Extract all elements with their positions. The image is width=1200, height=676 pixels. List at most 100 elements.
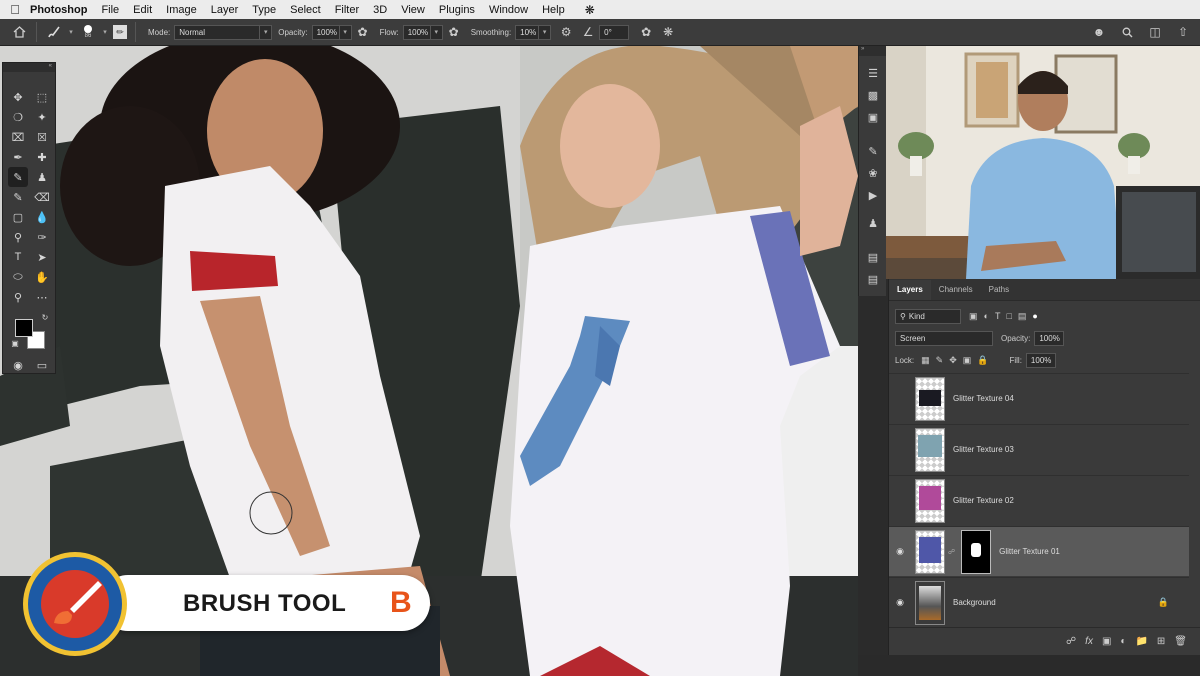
history-brush-tool-icon[interactable]: ✎ xyxy=(8,187,28,207)
notes-icon[interactable]: ▤ xyxy=(864,270,882,288)
lock-icon[interactable]: 🔒 xyxy=(1158,597,1169,608)
menu-window[interactable]: Window xyxy=(489,4,528,16)
foreground-color-swatch[interactable] xyxy=(15,319,33,337)
lock-transparent-icon[interactable]: ▦ xyxy=(921,355,930,366)
dodge-tool-icon[interactable]: ⚲ xyxy=(8,227,28,247)
search-icon[interactable] xyxy=(1118,23,1136,41)
menu-filter[interactable]: Filter xyxy=(335,4,359,16)
lock-image-icon[interactable]: ✎ xyxy=(936,355,944,366)
menu-plugins[interactable]: Plugins xyxy=(439,4,475,16)
layer-name[interactable]: Glitter Texture 01 xyxy=(999,547,1060,556)
filter-shape-icon[interactable]: □ xyxy=(1006,311,1011,321)
brush-tool-icon[interactable]: ✎ xyxy=(8,167,28,187)
new-group-icon[interactable]: 📁 xyxy=(1135,636,1147,647)
gradient-tool-icon[interactable]: ▢ xyxy=(8,207,28,227)
move-tool-icon[interactable]: ✥ xyxy=(8,87,28,107)
link-layers-icon[interactable]: ☍ xyxy=(1066,636,1076,647)
zoom-tool-icon[interactable]: ⚲ xyxy=(8,287,28,307)
layer-name[interactable]: Glitter Texture 02 xyxy=(953,496,1014,505)
toolbox-collapse-handle[interactable]: « xyxy=(3,63,55,72)
lock-artboard-icon[interactable]: ▣ xyxy=(963,355,972,366)
workspace-icon[interactable]: ◫ xyxy=(1146,23,1164,41)
layer-name[interactable]: Background xyxy=(953,598,996,607)
menu-view[interactable]: View xyxy=(401,4,425,16)
quick-mask-icon[interactable]: ◉ xyxy=(8,355,28,375)
filter-adjustment-icon[interactable]: ◐ xyxy=(984,311,989,321)
eyedropper-tool-icon[interactable]: ✒ xyxy=(8,147,28,167)
actions-play-icon[interactable]: ▶ xyxy=(864,186,882,204)
blur-tool-icon[interactable]: 💧 xyxy=(32,207,52,227)
brush-settings-icon[interactable]: ✏ xyxy=(113,25,127,39)
swatches-icon[interactable]: ❀ xyxy=(864,164,882,182)
menu-select[interactable]: Select xyxy=(290,4,321,16)
history-icon[interactable]: ▤ xyxy=(864,248,882,266)
filter-toggle-icon[interactable]: ● xyxy=(1032,311,1037,321)
edit-toolbar-icon[interactable]: ⋯ xyxy=(32,287,52,307)
pressure-opacity-icon[interactable]: ✿ xyxy=(354,23,372,41)
strip-collapse-handle[interactable]: » xyxy=(859,46,886,56)
layer-row[interactable]: Glitter Texture 02 xyxy=(889,475,1189,525)
butterfly-icon[interactable]: ❋ xyxy=(585,3,595,17)
eraser-tool-icon[interactable]: ⌫ xyxy=(32,187,52,207)
menu-3d[interactable]: 3D xyxy=(373,4,387,16)
symmetry-butterfly-icon[interactable]: ❋ xyxy=(659,23,677,41)
app-name-menu[interactable]: Photoshop xyxy=(30,4,87,16)
share-user-icon[interactable]: ☻ xyxy=(1090,23,1108,41)
airbrush-icon[interactable]: ✿ xyxy=(445,23,463,41)
blend-mode-select[interactable]: Screen xyxy=(895,330,993,346)
tab-layers[interactable]: Layers xyxy=(889,280,931,300)
smoothing-settings-gear-icon[interactable]: ⚙ xyxy=(557,23,575,41)
mode-select[interactable]: Normal xyxy=(174,24,261,40)
menu-image[interactable]: Image xyxy=(166,4,197,16)
marquee-tool-icon[interactable]: ⬚ xyxy=(32,87,52,107)
clone-source-icon[interactable]: ♟ xyxy=(864,214,882,232)
layer-row[interactable]: Glitter Texture 04 xyxy=(889,373,1189,423)
adjustment-layer-icon[interactable]: ◐ xyxy=(1120,636,1126,647)
eye-icon[interactable]: ◉ xyxy=(889,597,911,608)
default-colors-icon[interactable]: ▣ xyxy=(9,337,21,349)
smoothing-dropdown-arrow[interactable]: ▾ xyxy=(539,24,552,40)
menu-layer[interactable]: Layer xyxy=(211,4,239,16)
magic-wand-tool-icon[interactable]: ✦ xyxy=(32,107,52,127)
layer-name[interactable]: Glitter Texture 04 xyxy=(953,394,1014,403)
smoothing-input[interactable]: 10% xyxy=(515,24,540,40)
layer-name[interactable]: Glitter Texture 03 xyxy=(953,445,1014,454)
pressure-size-icon[interactable]: ✿ xyxy=(637,23,655,41)
menu-type[interactable]: Type xyxy=(252,4,276,16)
new-layer-icon[interactable]: ⊞ xyxy=(1157,636,1165,647)
fx-icon[interactable]: fx xyxy=(1085,636,1093,647)
add-mask-icon[interactable]: ▣ xyxy=(1102,636,1111,647)
lock-all-icon[interactable]: 🔒 xyxy=(977,355,988,366)
flow-dropdown-arrow[interactable]: ▾ xyxy=(430,24,443,40)
healing-brush-tool-icon[interactable]: ✚ xyxy=(32,147,52,167)
filter-pixel-icon[interactable]: ▣ xyxy=(969,311,978,322)
home-icon[interactable] xyxy=(10,23,28,41)
brush-tool-icon[interactable] xyxy=(45,23,63,41)
frame-tool-icon[interactable]: ☒ xyxy=(32,127,52,147)
filter-type-icon[interactable]: T xyxy=(995,311,1001,321)
share-icon[interactable]: ⇧ xyxy=(1174,23,1192,41)
clone-stamp-tool-icon[interactable]: ♟ xyxy=(32,167,52,187)
libraries-icon[interactable]: ▣ xyxy=(864,108,882,126)
path-selection-tool-icon[interactable]: ➤ xyxy=(32,247,52,267)
opacity-dropdown-arrow[interactable]: ▾ xyxy=(339,24,352,40)
layer-mask-thumbnail[interactable] xyxy=(961,529,992,574)
crop-tool-icon[interactable]: ⌧ xyxy=(8,127,28,147)
tab-paths[interactable]: Paths xyxy=(981,280,1017,300)
mode-dropdown-arrow[interactable]: ▾ xyxy=(260,24,273,40)
pen-tool-icon[interactable]: ✑ xyxy=(32,227,52,247)
layer-row[interactable]: Glitter Texture 03 xyxy=(889,424,1189,474)
brush-preset-dropdown[interactable]: ▾ xyxy=(99,25,111,40)
tab-channels[interactable]: Channels xyxy=(931,280,981,300)
menu-edit[interactable]: Edit xyxy=(133,4,152,16)
swap-colors-icon[interactable]: ↻ xyxy=(39,311,51,323)
filter-smart-object-icon[interactable]: ▤ xyxy=(1018,311,1027,322)
hand-tool-icon[interactable]: ✋ xyxy=(32,267,52,287)
lock-position-icon[interactable]: ✥ xyxy=(949,355,957,366)
mask-link-icon[interactable]: ☍ xyxy=(948,548,955,556)
screen-mode-icon[interactable]: ▭ xyxy=(32,355,52,375)
menu-help[interactable]: Help xyxy=(542,4,565,16)
menu-file[interactable]: File xyxy=(101,4,119,16)
layer-opacity-input[interactable]: 100% xyxy=(1034,330,1065,346)
fill-input[interactable]: 100% xyxy=(1025,352,1056,368)
